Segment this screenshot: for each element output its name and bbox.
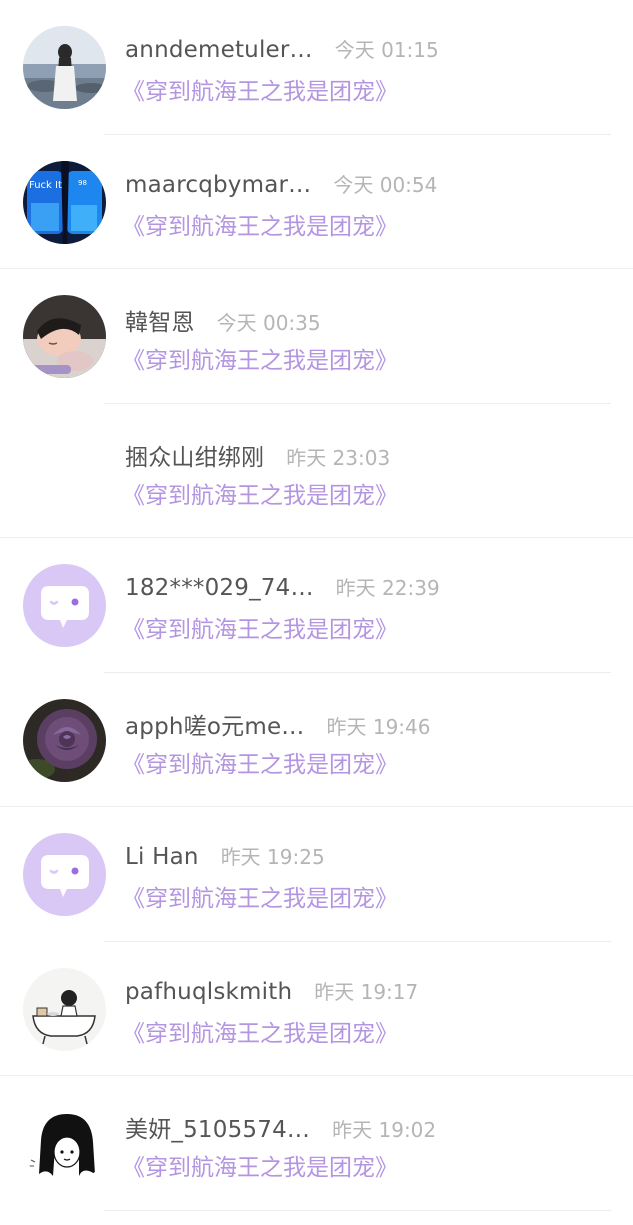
user-name: 美妍_5105574… — [125, 1117, 311, 1143]
avatar[interactable] — [23, 967, 106, 1051]
timestamp: 昨天 23:03 — [286, 445, 391, 470]
book-title[interactable]: 《穿到航海王之我是团宠》 — [122, 745, 398, 779]
list-item[interactable]: 捆众山绀绑刚 昨天 23:03 《穿到航海王之我是团宠》 — [0, 404, 633, 538]
timestamp: 今天 01:15 — [334, 38, 439, 62]
avatar[interactable] — [23, 698, 106, 782]
list-item[interactable]: 美妍_5105574… 昨天 19:02 《穿到航海王之我是团宠》 — [0, 1076, 633, 1211]
avatar-photo-girl-seaside — [23, 26, 106, 109]
avatar[interactable]: Fuck It 98 — [23, 160, 106, 244]
timestamp: 昨天 19:46 — [326, 714, 431, 739]
user-name: 韓智恩 — [125, 310, 195, 336]
list-item[interactable]: anndemetuler… 今天 01:15 《穿到航海王之我是团宠》 — [0, 0, 633, 135]
avatar-photo-purple-rose — [23, 698, 106, 782]
user-name: pafhuqlskmith — [125, 978, 293, 1005]
list-item[interactable]: Li Han 昨天 19:25 《穿到航海王之我是团宠》 — [0, 807, 633, 942]
divider — [104, 1209, 611, 1211]
avatar-photo-sleeping-child — [23, 295, 106, 378]
book-title[interactable]: 《穿到航海王之我是团宠》 — [122, 476, 398, 510]
timestamp: 今天 00:35 — [216, 311, 321, 335]
book-title[interactable]: 《穿到航海王之我是团宠》 — [122, 879, 398, 913]
list-item[interactable]: pafhuqlskmith 昨天 19:17 《穿到航海王之我是团宠》 — [0, 942, 633, 1076]
avatar[interactable] — [23, 1102, 106, 1185]
book-title[interactable]: 《穿到航海王之我是团宠》 — [122, 72, 398, 106]
book-title[interactable]: 《穿到航海王之我是团宠》 — [122, 207, 398, 241]
user-name: 捆众山绀绑刚 — [125, 444, 265, 471]
timestamp: 今天 00:54 — [333, 172, 438, 197]
list-item[interactable]: 182***029_74… 昨天 22:39 《穿到航海王之我是团宠》 — [0, 538, 633, 673]
chat-bubble-icon — [23, 833, 106, 916]
svg-text:Fuck It: Fuck It — [29, 180, 62, 191]
user-name: anndemetuler… — [125, 37, 313, 63]
list-item[interactable]: apph嗟o元me… 昨天 19:46 《穿到航海王之我是团宠》 — [0, 673, 633, 807]
svg-text:98: 98 — [78, 179, 87, 187]
avatar-photo-neon-sign: Fuck It 98 — [23, 160, 106, 244]
book-title[interactable]: 《穿到航海王之我是团宠》 — [122, 1148, 398, 1182]
user-name: maarcqbymar… — [125, 171, 312, 198]
avatar-sketch-bathtub — [23, 967, 106, 1051]
timestamp: 昨天 19:17 — [314, 979, 419, 1004]
timestamp: 昨天 19:02 — [332, 1118, 437, 1142]
list-item[interactable]: Fuck It 98 maarcqbymar… 今天 00:54 《穿到航海王之… — [0, 135, 633, 269]
avatar[interactable] — [23, 564, 106, 647]
chat-bubble-icon — [23, 564, 106, 647]
avatar[interactable] — [23, 833, 106, 916]
book-title[interactable]: 《穿到航海王之我是团宠》 — [122, 1014, 398, 1048]
user-name: apph嗟o元me… — [125, 713, 305, 740]
reader-list: anndemetuler… 今天 01:15 《穿到航海王之我是团宠》 Fuck… — [0, 0, 633, 1211]
timestamp: 昨天 19:25 — [220, 845, 325, 869]
user-name: 182***029_74… — [125, 575, 314, 601]
book-title[interactable]: 《穿到航海王之我是团宠》 — [122, 341, 398, 375]
avatar[interactable] — [23, 295, 106, 378]
timestamp: 昨天 22:39 — [335, 576, 440, 600]
avatar[interactable] — [23, 26, 106, 109]
book-title[interactable]: 《穿到航海王之我是团宠》 — [122, 610, 398, 644]
list-item[interactable]: 韓智恩 今天 00:35 《穿到航海王之我是团宠》 — [0, 269, 633, 404]
user-name: Li Han — [125, 844, 199, 870]
avatar-sketch-black-hair-girl — [23, 1102, 106, 1185]
